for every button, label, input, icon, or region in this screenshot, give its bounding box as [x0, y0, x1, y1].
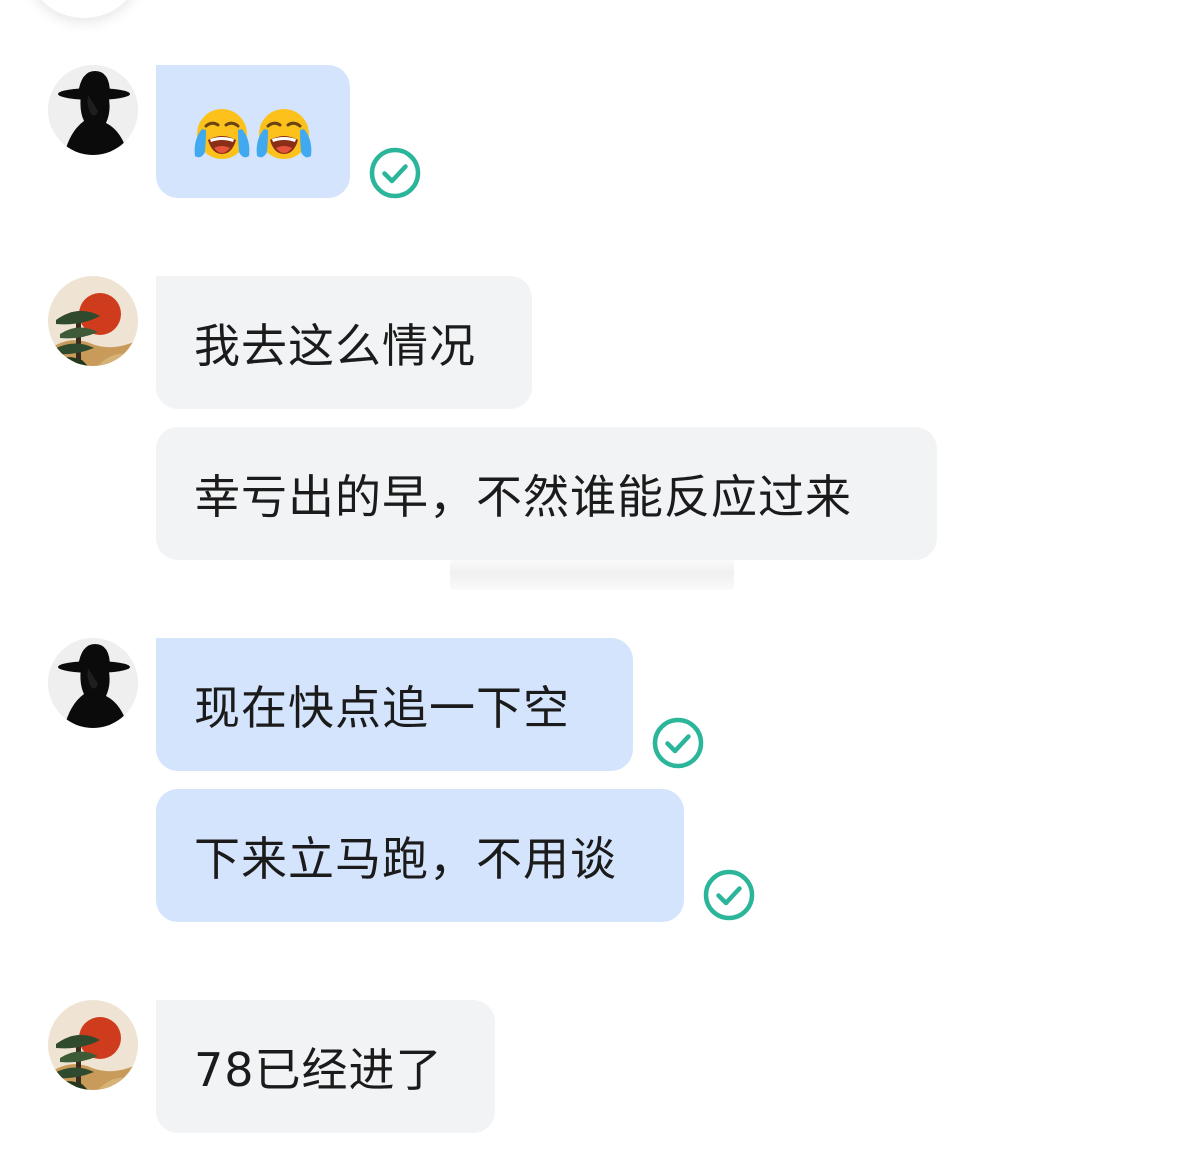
message-text: 78已经进了 [194, 1042, 443, 1097]
message-text: 下来立马跑，不用谈 [194, 831, 617, 886]
message-bubble-self[interactable]: 下来立马跑，不用谈 [156, 789, 684, 922]
loudly-crying-face-emoji-icon [192, 102, 252, 162]
self-avatar[interactable] [48, 638, 138, 728]
message-text: 我去这么情况 [194, 318, 476, 373]
message-bubble-self[interactable]: 现在快点追一下空 [156, 638, 633, 771]
loudly-crying-face-emoji-icon [254, 102, 314, 162]
other-avatar[interactable] [48, 1000, 138, 1090]
message-bubble-other[interactable]: 幸亏出的早，不然谁能反应过来 [156, 427, 937, 560]
header-avatar-remnant [32, 0, 136, 18]
black-hat-silhouette-avatar-icon [48, 638, 138, 728]
message-bubble-other[interactable]: 78已经进了 [156, 1000, 495, 1133]
other-avatar[interactable] [48, 276, 138, 366]
read-check-icon [651, 716, 705, 770]
blurred-divider [450, 560, 734, 590]
message-bubble-self-emoji[interactable] [156, 65, 350, 198]
message-text: 现在快点追一下空 [194, 680, 570, 735]
pine-and-red-sun-avatar-icon [48, 1000, 138, 1090]
black-hat-silhouette-avatar-icon [48, 65, 138, 155]
message-text: 幸亏出的早，不然谁能反应过来 [194, 469, 852, 524]
self-avatar[interactable] [48, 65, 138, 155]
message-bubble-other[interactable]: 我去这么情况 [156, 276, 532, 409]
emoji-row [192, 102, 314, 162]
pine-and-red-sun-avatar-icon [48, 276, 138, 366]
read-check-icon [702, 868, 756, 922]
read-check-icon [368, 146, 422, 200]
